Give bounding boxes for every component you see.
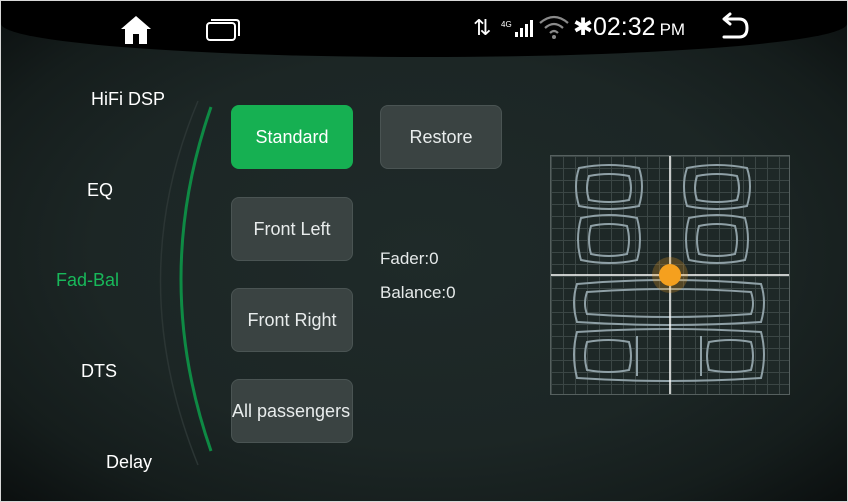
sidebar-item-delay[interactable]: Delay	[106, 452, 152, 473]
home-icon[interactable]	[119, 14, 153, 46]
wifi-icon	[539, 15, 569, 39]
standard-button-label: Standard	[255, 126, 329, 147]
network-type-label: 4G	[501, 20, 512, 29]
sidebar-item-label: Delay	[106, 452, 153, 472]
balance-readout: Balance:0	[380, 283, 456, 302]
front-right-seat-icon	[683, 164, 751, 264]
standard-button[interactable]: Standard	[231, 105, 353, 169]
sidebar-arc	[159, 100, 213, 466]
sidebar-item-label: EQ	[87, 180, 114, 200]
sidebar-item-eq[interactable]: EQ	[87, 180, 113, 201]
front-left-button[interactable]: Front Left	[231, 197, 353, 261]
sidebar-item-dts[interactable]: DTS	[81, 361, 117, 382]
rear-seat-icon	[573, 279, 765, 382]
all-passengers-button-label: All passengers	[232, 401, 351, 421]
back-icon[interactable]	[717, 11, 751, 45]
fader-readout: Fader:0	[380, 249, 439, 268]
all-passengers-button[interactable]: All passengers	[231, 379, 353, 443]
clock-time: 02:32	[593, 13, 656, 41]
sidebar-item-label: DTS	[81, 361, 117, 381]
sidebar-item-label: Fad-Bal	[56, 270, 120, 290]
data-transfer-icon: ⇅	[473, 15, 491, 40]
sidebar-item-fad-bal[interactable]: Fad-Bal	[56, 270, 119, 291]
front-left-button-label: Front Left	[253, 218, 331, 239]
sidebar-item-label: HiFi DSP	[91, 89, 166, 109]
front-left-seat-icon	[575, 164, 643, 264]
front-right-button[interactable]: Front Right	[231, 288, 353, 352]
clock: 02:32 PM	[593, 13, 685, 42]
front-right-button-label: Front Right	[247, 309, 337, 330]
recents-icon[interactable]	[205, 18, 241, 42]
sidebar-item-hifi-dsp[interactable]: HiFi DSP	[91, 89, 165, 110]
screen: ⇅ 4G ✱ 02:32 PM HiFi DSP EQ Fad-Bal DTS …	[0, 0, 848, 502]
restore-button-label: Restore	[409, 126, 473, 147]
fader-balance-pad[interactable]	[550, 155, 790, 395]
signal-icon: 4G	[501, 20, 533, 37]
car-seats-diagram	[551, 156, 789, 394]
status-bar: ⇅ 4G ✱ 02:32 PM	[1, 1, 847, 57]
balance-knob[interactable]	[659, 264, 681, 286]
restore-button[interactable]: Restore	[380, 105, 502, 169]
clock-ampm: PM	[659, 20, 686, 39]
bluetooth-icon: ✱	[573, 14, 594, 41]
